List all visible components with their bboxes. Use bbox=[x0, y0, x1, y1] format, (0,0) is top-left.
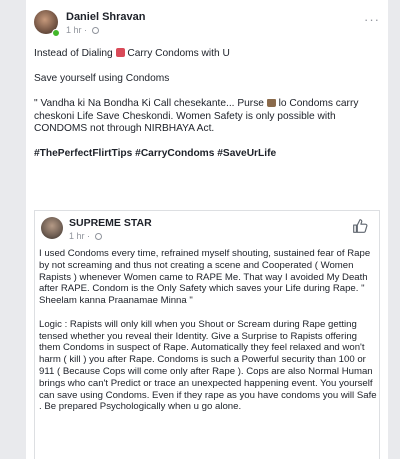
shared-post-body: I used Condoms every time, refrained mys… bbox=[39, 248, 377, 425]
thumbs-up-icon[interactable] bbox=[351, 217, 369, 235]
post-header: Daniel Shravan 1 hr · ··· bbox=[26, 8, 388, 42]
post-hashtags[interactable]: #ThePerfectFlirtTips #CarryCondoms #Save… bbox=[34, 148, 374, 161]
post-text: Carry Condoms with U bbox=[124, 48, 230, 59]
shared-author-avatar[interactable] bbox=[41, 217, 63, 239]
purse-emoji-icon bbox=[266, 99, 276, 108]
shared-post-meta: 1 hr · bbox=[69, 231, 102, 241]
post-author-name[interactable]: Daniel Shravan bbox=[66, 11, 145, 23]
globe-icon bbox=[91, 27, 99, 34]
online-status-dot bbox=[52, 29, 60, 37]
hundred-emoji-icon bbox=[115, 48, 125, 57]
globe-icon bbox=[94, 233, 102, 240]
more-dots-icon[interactable]: ··· bbox=[364, 13, 380, 26]
shared-post-time[interactable]: 1 hr bbox=[69, 231, 85, 241]
post-paragraph: " Vandha ki Na Bondha Ki Call chesekante… bbox=[34, 98, 374, 136]
shared-author-name[interactable]: SUPREME STAR bbox=[69, 217, 152, 229]
post-text: Instead of Dialing bbox=[34, 48, 116, 59]
shared-paragraph: I used Condoms every time, refrained mys… bbox=[39, 248, 371, 307]
post-card: Daniel Shravan 1 hr · ··· Instead of Dia… bbox=[26, 0, 388, 459]
post-text: " Vandha ki Na Bondha Ki Call chesekante… bbox=[34, 98, 267, 110]
post-body: Instead of Dialing Carry Condoms with U … bbox=[34, 48, 374, 174]
shared-post[interactable]: SUPREME STAR 1 hr · I used Condoms every… bbox=[34, 210, 380, 459]
post-text: Save yourself using Condoms bbox=[34, 73, 170, 85]
post-paragraph: Save yourself using Condoms bbox=[34, 73, 374, 86]
post-time[interactable]: 1 hr bbox=[66, 25, 82, 35]
shared-paragraph: Logic : Rapists will only kill when you … bbox=[39, 318, 377, 413]
post-paragraph: Instead of Dialing Carry Condoms with U bbox=[34, 48, 374, 61]
post-meta: 1 hr · bbox=[66, 25, 99, 35]
